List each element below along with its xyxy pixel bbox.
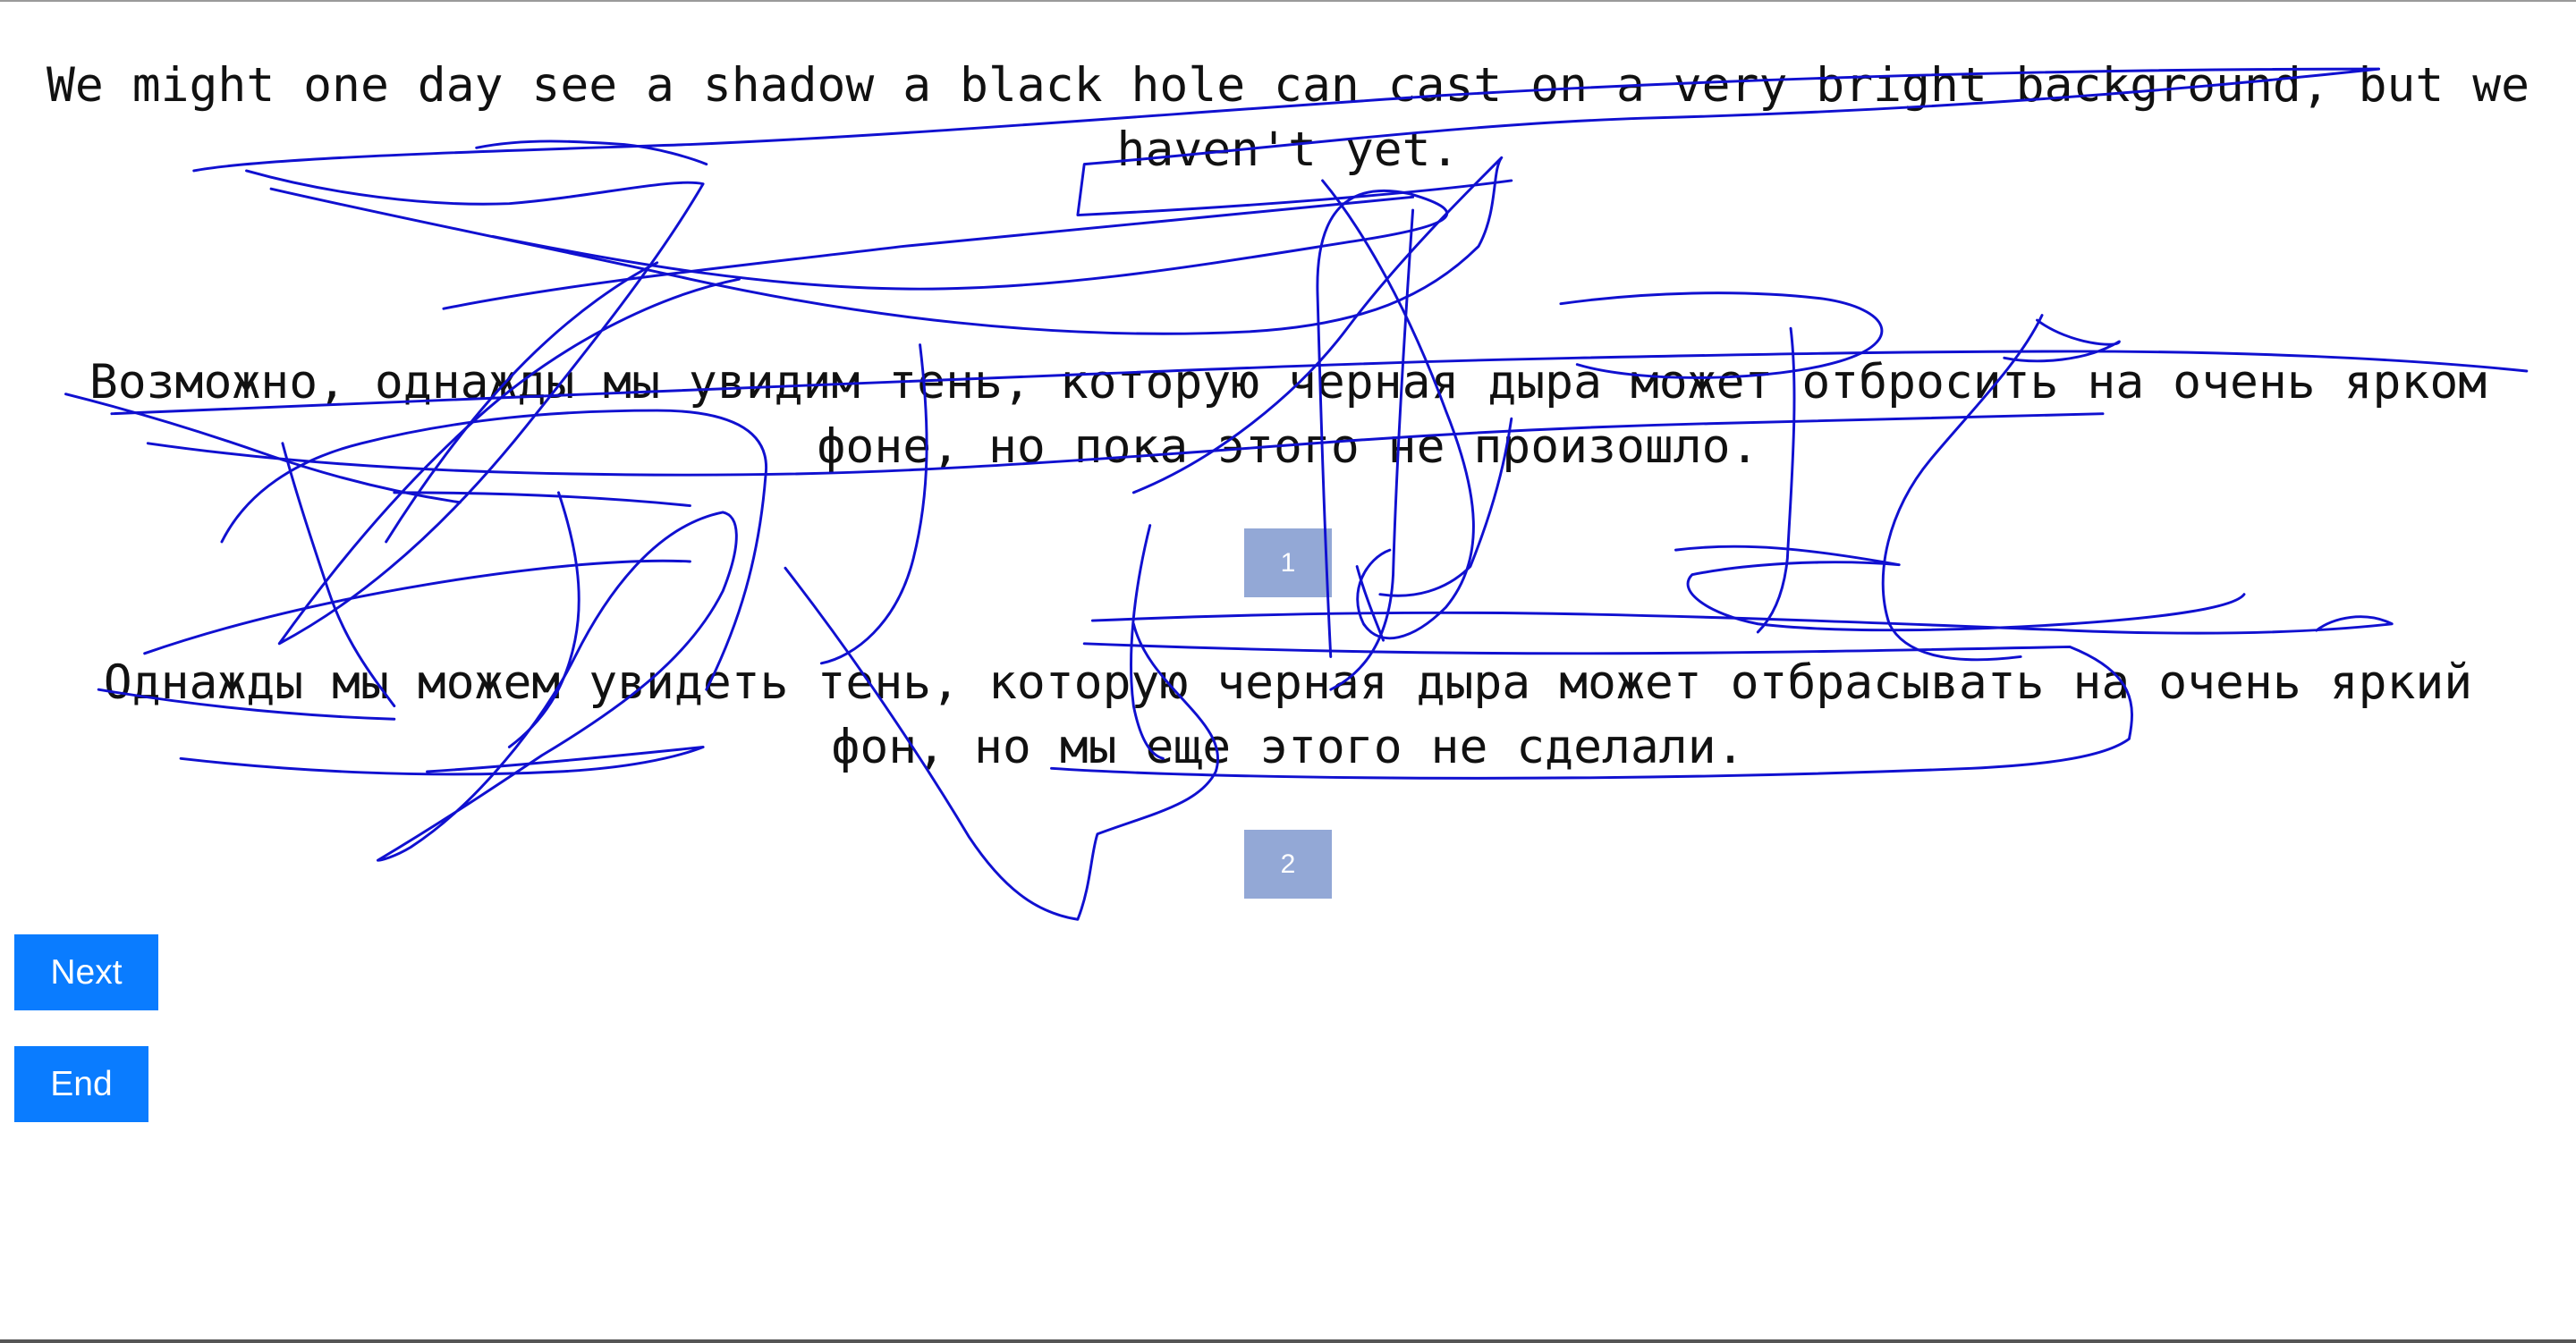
translation-marker-2[interactable]: 2: [1244, 830, 1332, 899]
translation-marker-1[interactable]: 1: [1244, 528, 1332, 597]
bottom-border: [0, 1339, 2576, 1343]
source-sentence: We might one day see a shadow a black ho…: [46, 58, 2530, 177]
end-button[interactable]: End: [14, 1046, 148, 1122]
translation-sentence-2: Однажды мы можем увидеть тень, которую ч…: [103, 655, 2473, 774]
next-button[interactable]: Next: [14, 934, 158, 1010]
translation-sentence-1: Возможно, однажды мы увидим тень, котору…: [89, 355, 2487, 474]
top-border: [0, 0, 2576, 2]
